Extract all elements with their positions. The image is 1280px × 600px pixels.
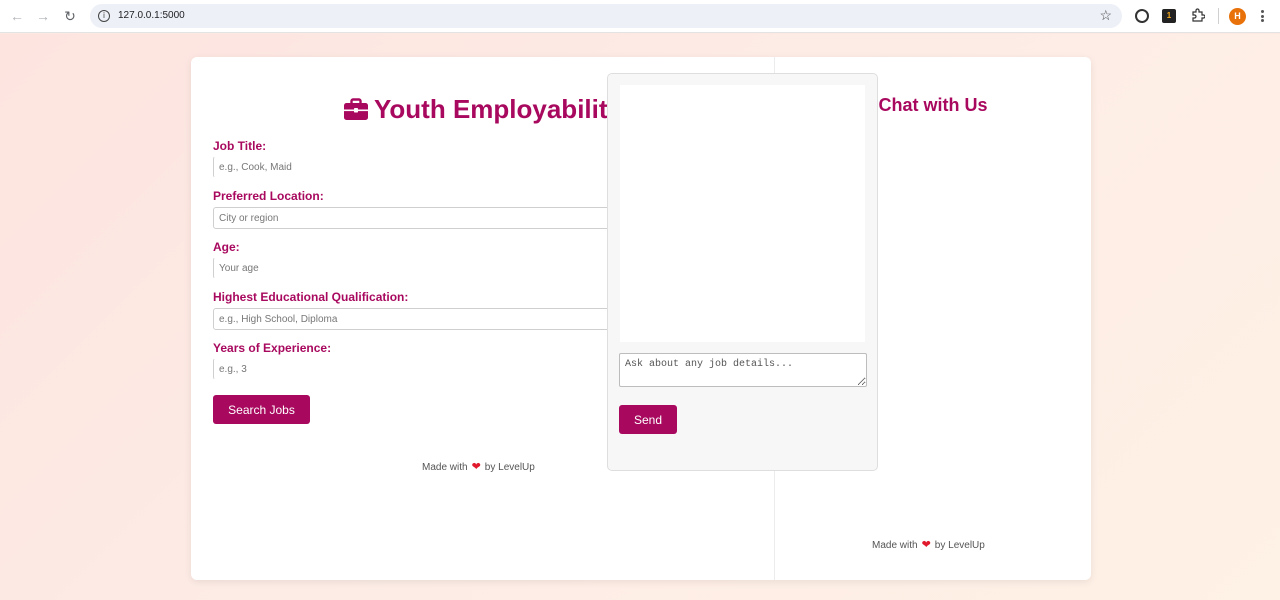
send-button[interactable]: Send	[619, 405, 677, 434]
right-footer: Made with ❤ by LevelUp	[872, 538, 985, 551]
footer-by: by LevelUp	[934, 540, 985, 551]
url-text[interactable]: 127.0.0.1:5000	[118, 10, 185, 21]
more-menu-icon[interactable]	[1259, 8, 1265, 24]
address-bar[interactable]: i 127.0.0.1:5000 ☆	[90, 4, 1122, 28]
reload-icon[interactable]: ↻	[60, 6, 80, 26]
location-label: Preferred Location:	[213, 189, 324, 203]
left-footer: Made with ❤ by LevelUp	[422, 460, 535, 473]
chat-message-input[interactable]	[619, 353, 867, 387]
footer-made-with: Made with	[872, 540, 918, 551]
qualification-label: Highest Educational Qualification:	[213, 290, 409, 304]
heart-icon: ❤	[471, 461, 481, 473]
site-info-icon[interactable]: i	[98, 10, 110, 22]
toolbar-separator	[1218, 8, 1219, 24]
forward-icon[interactable]: →	[33, 6, 53, 26]
experience-label: Years of Experience:	[213, 341, 332, 355]
bookmark-star-icon[interactable]: ☆	[1099, 7, 1112, 24]
briefcase-icon	[344, 96, 368, 127]
profile-avatar[interactable]: H	[1229, 8, 1246, 25]
footer-by: by LevelUp	[484, 462, 535, 473]
puzzle-extensions-icon[interactable]	[1190, 8, 1206, 24]
title-text: Youth Employability	[374, 94, 622, 124]
extension-icon[interactable]	[1135, 9, 1149, 23]
footer-made-with: Made with	[422, 462, 468, 473]
back-icon[interactable]: ←	[7, 6, 27, 26]
job-title-label: Job Title:	[213, 139, 267, 153]
age-label: Age:	[213, 240, 240, 254]
chat-panel: Send	[607, 73, 878, 471]
heart-icon: ❤	[921, 539, 931, 551]
chat-messages-area[interactable]	[620, 85, 865, 342]
browser-toolbar: ← → ↻ i 127.0.0.1:5000 ☆ 1 H	[0, 0, 1280, 33]
search-jobs-button[interactable]: Search Jobs	[213, 395, 310, 424]
extension-icon[interactable]: 1	[1162, 9, 1176, 23]
